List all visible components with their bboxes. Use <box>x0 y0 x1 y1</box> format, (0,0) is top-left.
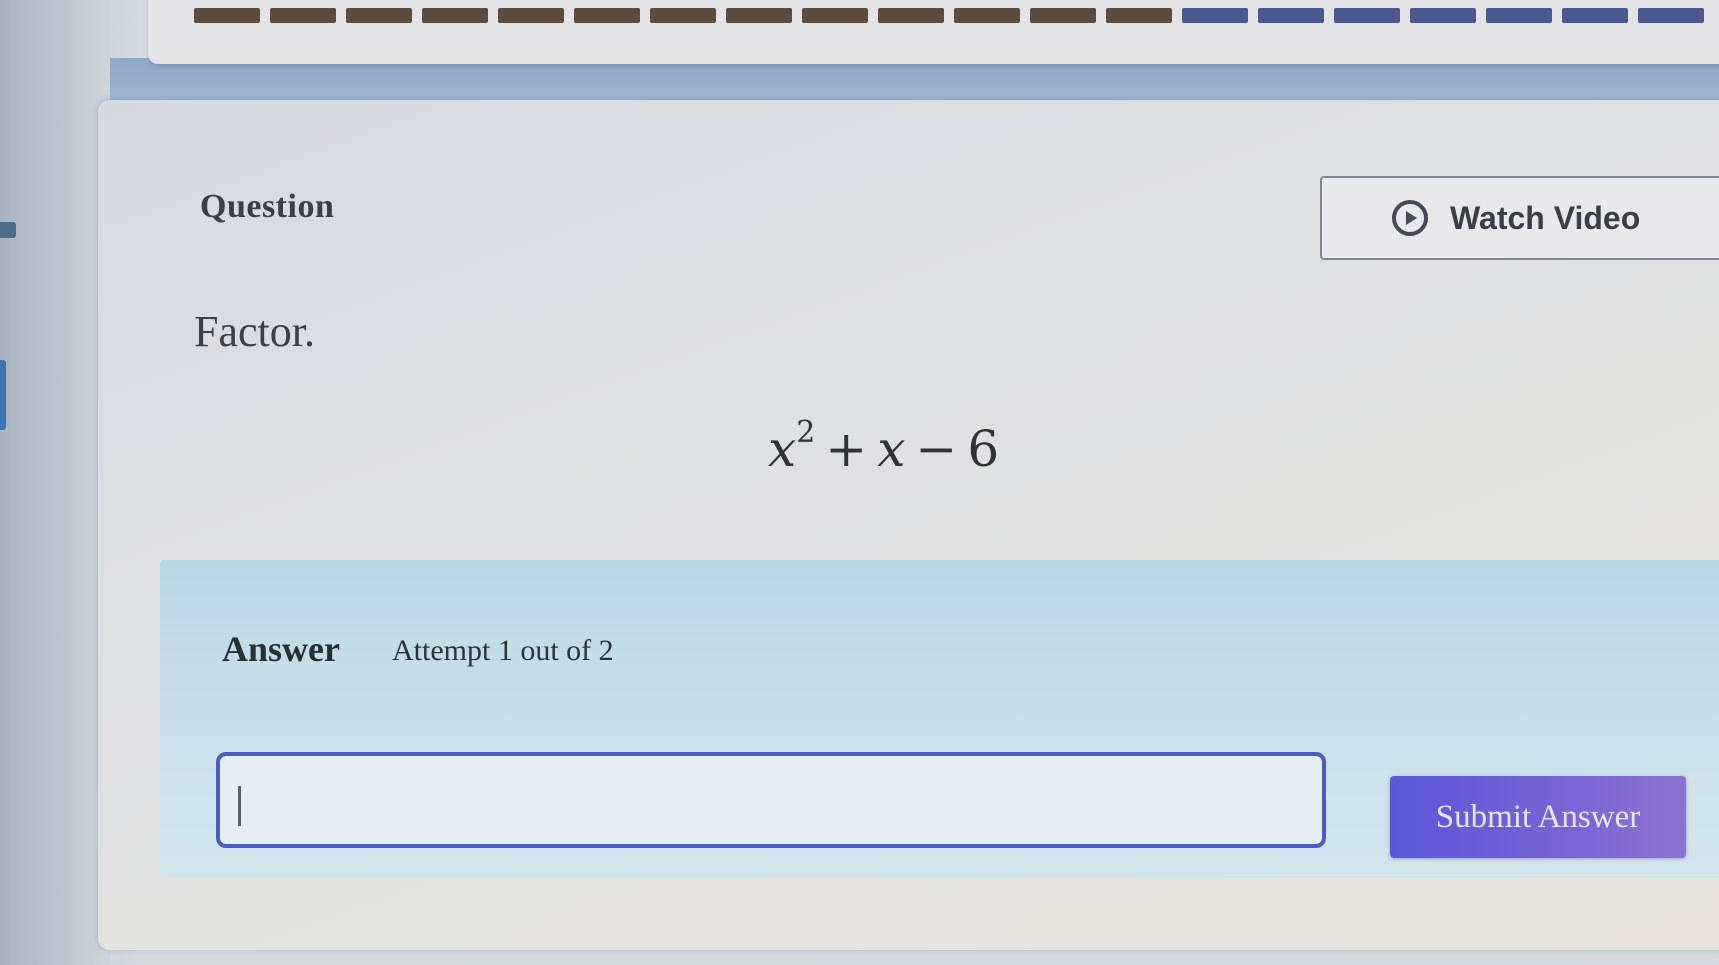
progress-segment-complete <box>346 8 412 23</box>
text-caret <box>238 786 241 826</box>
sidebar-tab-marker[interactable] <box>0 222 16 238</box>
progress-segment-remaining <box>1182 8 1248 23</box>
answer-panel: Answer Attempt 1 out of 2 Submit Answer <box>160 560 1719 878</box>
question-heading: Question <box>200 188 335 225</box>
math-exponent: 2 <box>796 415 816 451</box>
progress-segment-remaining <box>1410 8 1476 23</box>
progress-segment-complete <box>726 8 792 23</box>
progress-segment-complete <box>802 8 868 23</box>
math-expression: x2 + x −6 <box>768 415 1000 478</box>
answer-input[interactable] <box>216 752 1326 848</box>
answer-heading: Answer <box>222 629 340 669</box>
progress-segment-complete <box>574 8 640 23</box>
watch-video-label: Watch Video <box>1450 199 1641 236</box>
progress-segment-complete <box>270 8 336 23</box>
progress-segment-complete <box>954 8 1020 23</box>
submit-answer-button[interactable]: Submit Answer <box>1390 776 1686 858</box>
progress-segment-complete <box>1106 8 1172 23</box>
math-variable: x <box>877 420 906 478</box>
progress-segment-remaining <box>1562 8 1628 23</box>
sidebar-active-indicator <box>0 360 6 430</box>
progress-card <box>148 0 1719 64</box>
progress-segment-complete <box>498 8 564 23</box>
progress-segment-complete <box>878 8 944 23</box>
math-constant: 6 <box>967 420 1000 478</box>
attempt-counter: Attempt 1 out of 2 <box>392 634 614 667</box>
progress-segment-remaining <box>1486 8 1552 23</box>
question-prompt: Factor. <box>194 307 315 356</box>
left-sidebar-edge <box>0 0 110 965</box>
progress-segment-complete <box>650 8 716 23</box>
question-card: Question Watch Video Factor. x2 + x −6 Answ… <box>98 100 1719 950</box>
progress-track <box>194 8 1719 23</box>
progress-segment-complete <box>422 8 488 23</box>
progress-segment-remaining <box>1638 8 1704 23</box>
progress-segment-complete <box>194 8 260 23</box>
play-circle-icon <box>1392 200 1428 236</box>
watch-video-button[interactable]: Watch Video <box>1320 176 1719 260</box>
progress-segment-remaining <box>1334 8 1400 23</box>
math-operator-plus: + <box>825 420 868 478</box>
math-operator-minus: − <box>915 420 958 478</box>
math-variable: x <box>768 420 797 478</box>
progress-segment-remaining <box>1258 8 1324 23</box>
progress-segment-complete <box>1030 8 1096 23</box>
